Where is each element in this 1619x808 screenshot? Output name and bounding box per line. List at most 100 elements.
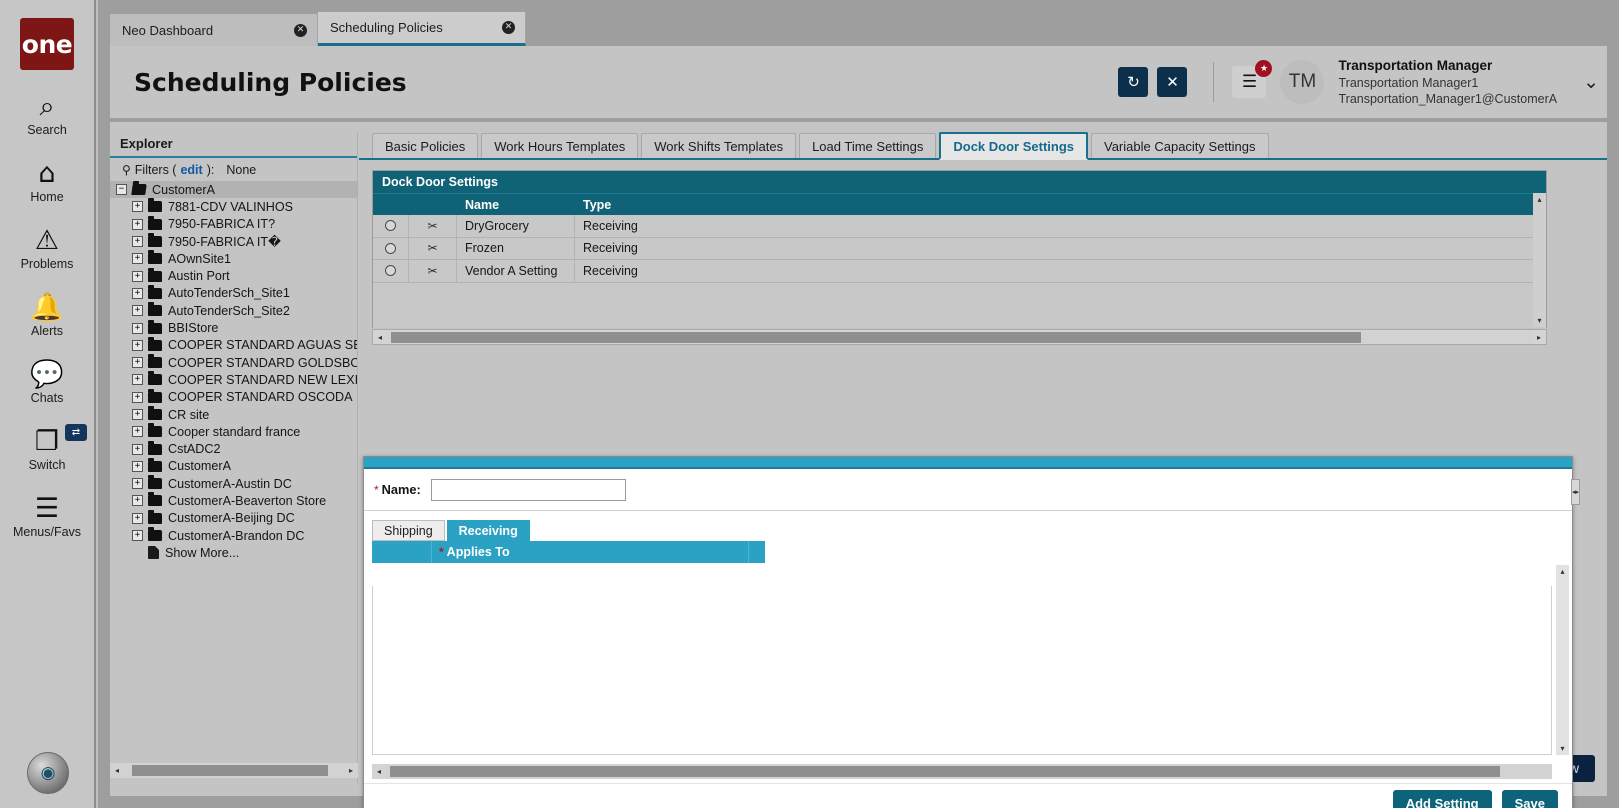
expand-icon[interactable]: + bbox=[132, 426, 143, 437]
expand-icon[interactable]: + bbox=[132, 357, 143, 368]
tree-node[interactable]: +7950-FABRICA IT� bbox=[110, 233, 357, 250]
row-select-cell[interactable] bbox=[373, 215, 409, 237]
row-select-cell[interactable] bbox=[373, 260, 409, 282]
tree-node[interactable]: +CR site bbox=[110, 406, 357, 423]
scrollbar-thumb[interactable] bbox=[390, 766, 1500, 777]
expand-icon[interactable]: + bbox=[132, 444, 143, 455]
radio-button[interactable] bbox=[385, 220, 396, 231]
cut-scissors-icon[interactable]: ✂ bbox=[427, 241, 437, 255]
tree-node[interactable]: +COOPER STANDARD NEW LEXINGTON bbox=[110, 371, 357, 388]
scroll-down-icon[interactable]: ▾ bbox=[1533, 314, 1546, 327]
rail-item-home[interactable]: ⌂ Home bbox=[0, 159, 95, 204]
expand-icon[interactable]: + bbox=[132, 530, 143, 541]
sub-tab-receiving[interactable]: Receiving bbox=[447, 520, 530, 541]
expand-icon[interactable]: + bbox=[132, 392, 143, 403]
row-select-cell[interactable] bbox=[373, 238, 409, 260]
tab-work-shifts-templates[interactable]: Work Shifts Templates bbox=[641, 133, 796, 158]
list-menu-icon[interactable]: ☰ ★ bbox=[1232, 66, 1266, 98]
tree-node[interactable]: +COOPER STANDARD OSCODA bbox=[110, 389, 357, 406]
scroll-left-icon[interactable]: ◂ bbox=[110, 763, 124, 778]
rail-item-chats[interactable]: 💬 Chats bbox=[0, 360, 95, 405]
row-action-cell[interactable]: ✂ bbox=[409, 238, 457, 260]
browser-tab-neo-dashboard[interactable]: Neo Dashboard ✕ bbox=[110, 14, 318, 46]
radio-button[interactable] bbox=[385, 243, 396, 254]
rail-item-problems[interactable]: ⚠ Problems bbox=[0, 226, 95, 271]
browser-tab-scheduling-policies[interactable]: Scheduling Policies ✕ bbox=[318, 12, 526, 46]
scrollbar-track[interactable] bbox=[1533, 206, 1546, 314]
cut-scissors-icon[interactable]: ✂ bbox=[427, 264, 437, 278]
filters-edit-link[interactable]: edit bbox=[180, 163, 202, 177]
tree-node[interactable]: +AutoTenderSch_Site2 bbox=[110, 302, 357, 319]
radio-button[interactable] bbox=[385, 265, 396, 276]
tree-node[interactable]: Show More... bbox=[110, 544, 357, 561]
avatar[interactable]: TM bbox=[1280, 60, 1324, 104]
scrollbar-track[interactable] bbox=[1556, 578, 1569, 742]
table-row[interactable]: ✂Vendor A SettingReceiving bbox=[373, 260, 1546, 283]
scroll-down-icon[interactable]: ▾ bbox=[1556, 742, 1569, 755]
expand-icon[interactable]: + bbox=[132, 288, 143, 299]
tree-node[interactable]: +CstADC2 bbox=[110, 440, 357, 457]
splitter-handle-icon[interactable]: ◂▸ bbox=[1571, 479, 1580, 505]
expand-icon[interactable]: + bbox=[132, 409, 143, 420]
cut-scissors-icon[interactable]: ✂ bbox=[427, 219, 437, 233]
tab-work-hours-templates[interactable]: Work Hours Templates bbox=[481, 133, 638, 158]
expand-icon[interactable]: + bbox=[132, 305, 143, 316]
applies-to-grid-body[interactable] bbox=[372, 586, 1552, 755]
chevron-down-icon[interactable]: ⌄ bbox=[1583, 71, 1599, 93]
refresh-icon[interactable]: ↻ bbox=[1118, 67, 1148, 97]
expand-icon[interactable]: + bbox=[132, 513, 143, 524]
collapse-icon[interactable]: − bbox=[116, 184, 127, 195]
expand-icon[interactable]: + bbox=[132, 461, 143, 472]
close-icon[interactable]: ✕ bbox=[502, 21, 515, 34]
expand-icon[interactable]: + bbox=[132, 201, 143, 212]
tree-node[interactable]: +AOwnSite1 bbox=[110, 250, 357, 267]
expand-icon[interactable]: + bbox=[132, 271, 143, 282]
rail-item-menus-favs[interactable]: ☰ Menus/Favs bbox=[0, 494, 95, 539]
scrollbar-thumb[interactable] bbox=[132, 765, 328, 776]
scrollbar-track[interactable] bbox=[124, 765, 344, 776]
expand-icon[interactable]: + bbox=[132, 253, 143, 264]
globe-avatar-icon[interactable]: ◉ bbox=[27, 752, 69, 794]
tree-node[interactable]: +BBIStore bbox=[110, 319, 357, 336]
rail-item-switch[interactable]: ❐ ⇄ Switch bbox=[0, 427, 95, 472]
rail-item-search[interactable]: ⌕ Search bbox=[0, 92, 95, 137]
tree-node[interactable]: +Cooper standard france bbox=[110, 423, 357, 440]
switch-badge-icon[interactable]: ⇄ bbox=[65, 424, 87, 441]
explorer-horizontal-scrollbar[interactable]: ◂ ▸ bbox=[110, 763, 358, 778]
tree-node[interactable]: +7950-FABRICA IT? bbox=[110, 216, 357, 233]
tree-node[interactable]: +COOPER STANDARD AGUAS SEALING ( bbox=[110, 337, 357, 354]
save-button[interactable]: Save bbox=[1502, 790, 1558, 808]
tree-node[interactable]: +CustomerA-Austin DC bbox=[110, 475, 357, 492]
scroll-up-icon[interactable]: ▴ bbox=[1533, 193, 1546, 206]
tree-node[interactable]: +CustomerA bbox=[110, 458, 357, 475]
tree-node[interactable]: +7881-CDV VALINHOS bbox=[110, 198, 357, 215]
scroll-up-icon[interactable]: ▴ bbox=[1556, 565, 1569, 578]
tab-dock-door-settings[interactable]: Dock Door Settings bbox=[939, 132, 1088, 160]
scroll-left-icon[interactable]: ◂ bbox=[373, 330, 387, 345]
editor-vertical-scrollbar[interactable]: ▴ ▾ bbox=[1556, 565, 1569, 755]
rail-item-alerts[interactable]: 🔔 Alerts bbox=[0, 293, 95, 338]
scrollbar-track[interactable] bbox=[387, 332, 1532, 343]
grid-horizontal-scrollbar[interactable]: ◂ ▸ bbox=[372, 329, 1547, 345]
name-input[interactable] bbox=[431, 479, 626, 501]
close-icon[interactable]: ✕ bbox=[1157, 67, 1187, 97]
row-action-cell[interactable]: ✂ bbox=[409, 260, 457, 282]
grid-vertical-scrollbar[interactable]: ▴ ▾ bbox=[1533, 193, 1546, 327]
tree-node[interactable]: +Austin Port bbox=[110, 267, 357, 284]
tab-basic-policies[interactable]: Basic Policies bbox=[372, 133, 478, 158]
tab-load-time-settings[interactable]: Load Time Settings bbox=[799, 133, 936, 158]
tab-variable-capacity-settings[interactable]: Variable Capacity Settings bbox=[1091, 133, 1269, 158]
row-action-cell[interactable]: ✂ bbox=[409, 215, 457, 237]
scrollbar-thumb[interactable] bbox=[391, 332, 1361, 343]
expand-icon[interactable]: + bbox=[132, 236, 143, 247]
explorer-tree[interactable]: − CustomerA +7881-CDV VALINHOS+7950-FABR… bbox=[110, 181, 357, 752]
scroll-right-icon[interactable]: ▸ bbox=[344, 763, 358, 778]
editor-horizontal-scrollbar[interactable]: ◂ bbox=[372, 764, 1552, 779]
expand-icon[interactable]: + bbox=[132, 219, 143, 230]
tree-node[interactable]: +CustomerA-Brandon DC bbox=[110, 527, 357, 544]
table-row[interactable]: ✂FrozenReceiving bbox=[373, 238, 1546, 261]
add-setting-button[interactable]: Add Setting bbox=[1393, 790, 1492, 808]
sub-tab-shipping[interactable]: Shipping bbox=[372, 520, 445, 541]
close-icon[interactable]: ✕ bbox=[294, 24, 307, 37]
tree-node[interactable]: +CustomerA-Beaverton Store bbox=[110, 492, 357, 509]
